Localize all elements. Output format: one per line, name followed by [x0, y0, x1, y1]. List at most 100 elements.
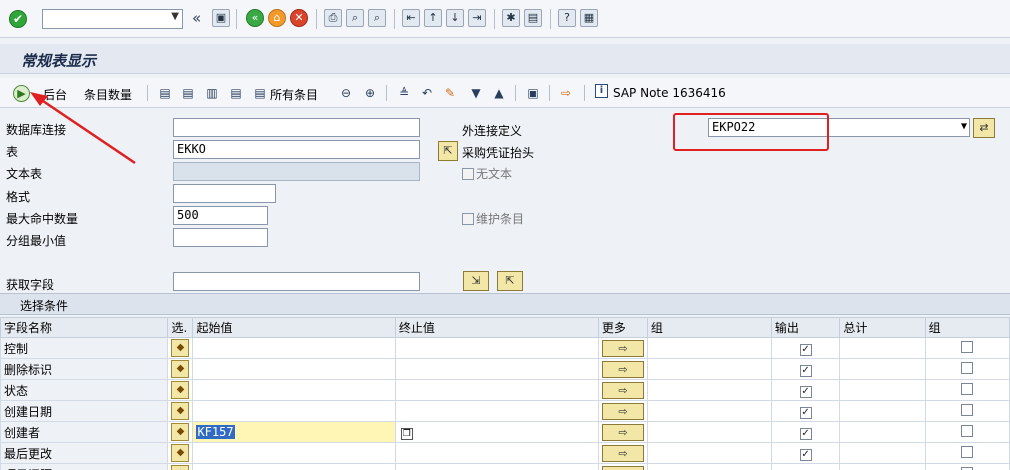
undo-icon[interactable]: ↶: [419, 85, 435, 101]
eraser-icon[interactable]: ✎: [442, 85, 458, 101]
select-block-icon[interactable]: ▤: [180, 85, 196, 101]
delete-selection-icon[interactable]: ▤: [228, 85, 244, 101]
to-value-cell[interactable]: [394, 379, 599, 401]
from-value-cell[interactable]: [192, 358, 396, 380]
col-group[interactable]: 组: [646, 317, 772, 338]
multiple-selection-icon[interactable]: ⇨: [601, 423, 644, 441]
to-value-cell[interactable]: [394, 358, 599, 380]
output-cell[interactable]: ✓: [770, 337, 841, 359]
output-cell[interactable]: ✓: [770, 421, 841, 443]
entry-count-button[interactable]: 条目数量: [84, 86, 132, 103]
more-cell[interactable]: ⇨: [597, 358, 648, 380]
shortcut-icon[interactable]: ▤: [524, 9, 542, 27]
group-checkbox[interactable]: [961, 466, 974, 470]
export-icon[interactable]: ▣: [525, 85, 541, 101]
chevron-down-icon[interactable]: ▼: [171, 11, 179, 22]
back-icon[interactable]: «: [246, 9, 264, 27]
output-checkbox[interactable]: ✓: [799, 385, 812, 398]
select-options-icon[interactable]: ◆: [171, 465, 190, 470]
group-checkbox[interactable]: [961, 403, 974, 416]
col-more[interactable]: 更多: [597, 317, 648, 338]
from-value-cell[interactable]: [192, 400, 396, 422]
arrow-down-icon[interactable]: ▼: [468, 85, 484, 101]
output-checkbox[interactable]: ✓: [799, 448, 812, 461]
multiple-selection-icon[interactable]: ⇨: [601, 465, 644, 470]
total-cell[interactable]: [839, 337, 926, 359]
from-value-cell[interactable]: [192, 337, 396, 359]
group-cell[interactable]: [646, 400, 772, 422]
select-options-icon[interactable]: ◆: [171, 339, 190, 357]
output-cell[interactable]: ✓: [770, 379, 841, 401]
fetch-fields-import-icon[interactable]: ⇲: [463, 271, 489, 291]
more-cell[interactable]: ⇨: [597, 337, 648, 359]
cancel-icon[interactable]: ✕: [290, 9, 308, 27]
to-value-cell[interactable]: [394, 337, 599, 359]
total-cell[interactable]: [839, 379, 926, 401]
ok-icon[interactable]: ✔: [9, 10, 27, 28]
last-page-icon[interactable]: ⇥: [468, 9, 486, 27]
table-field[interactable]: EKKO: [173, 140, 420, 159]
total-cell[interactable]: [839, 358, 926, 380]
output-checkbox[interactable]: ✓: [799, 406, 812, 419]
sap-note-link[interactable]: SAP Note 1636416: [613, 86, 726, 100]
more-cell[interactable]: ⇨: [597, 421, 648, 443]
save-icon[interactable]: ▣: [212, 9, 230, 27]
multiple-selection-icon[interactable]: ⇨: [601, 339, 644, 357]
maintain-entries-checkbox[interactable]: 维护条目: [462, 210, 524, 227]
all-entries-icon[interactable]: ▤: [252, 85, 268, 101]
col-output[interactable]: 输出: [770, 317, 841, 338]
group-checkbox[interactable]: [961, 424, 974, 437]
select-options-cell[interactable]: ◆: [167, 379, 194, 401]
total-cell[interactable]: [839, 442, 926, 464]
group-checkbox[interactable]: [961, 361, 974, 374]
group2-cell[interactable]: [924, 421, 1010, 443]
group-cell[interactable]: [646, 442, 772, 464]
to-value-cell[interactable]: [394, 463, 599, 470]
no-text-checkbox[interactable]: 无文本: [462, 165, 512, 182]
group-checkbox[interactable]: [961, 445, 974, 458]
select-options-icon[interactable]: ◆: [171, 360, 190, 378]
to-value-cell[interactable]: ❐: [394, 421, 599, 443]
from-value[interactable]: KF157: [196, 425, 235, 439]
group2-cell[interactable]: [924, 400, 1010, 422]
more-cell[interactable]: ⇨: [597, 463, 648, 470]
output-checkbox[interactable]: ✓: [799, 427, 812, 440]
select-options-icon[interactable]: ◆: [171, 402, 190, 420]
multiple-selection-icon[interactable]: ⇨: [601, 381, 644, 399]
col-sel[interactable]: 选.: [167, 317, 194, 338]
select-options-icon[interactable]: ◆: [171, 381, 190, 399]
value-help-icon[interactable]: ❐: [400, 427, 413, 440]
from-value-cell[interactable]: [192, 379, 396, 401]
back-nav-icon[interactable]: «: [192, 9, 201, 27]
format-field[interactable]: [173, 184, 276, 203]
col-field-name[interactable]: 字段名称: [0, 317, 169, 338]
fetch-fields-field[interactable]: [173, 272, 420, 291]
output-cell[interactable]: ✓: [770, 400, 841, 422]
deselect-icon[interactable]: ▥: [204, 85, 220, 101]
select-options-icon[interactable]: ◆: [171, 444, 190, 462]
select-all-icon[interactable]: ▤: [157, 85, 173, 101]
arrow-up-icon[interactable]: ▲: [491, 85, 507, 101]
new-session-icon[interactable]: ✱: [502, 9, 520, 27]
select-options-cell[interactable]: ◆: [167, 442, 194, 464]
zoom-in-icon[interactable]: ⊕: [362, 85, 378, 101]
print-icon[interactable]: ⎙: [324, 9, 342, 27]
group2-cell[interactable]: [924, 379, 1010, 401]
output-checkbox[interactable]: ✓: [799, 343, 812, 356]
group2-cell[interactable]: [924, 442, 1010, 464]
group-cell[interactable]: [646, 463, 772, 470]
group-cell[interactable]: [646, 337, 772, 359]
outer-join-define-icon[interactable]: ⇄: [973, 118, 995, 138]
from-value-cell[interactable]: KF157: [192, 421, 396, 443]
first-page-icon[interactable]: ⇤: [402, 9, 420, 27]
total-cell[interactable]: [839, 421, 926, 443]
multiple-selection-icon[interactable]: ⇨: [601, 360, 644, 378]
prev-page-icon[interactable]: ↑: [424, 9, 442, 27]
group-min-field[interactable]: [173, 228, 268, 247]
help-icon[interactable]: ?: [558, 9, 576, 27]
select-options-cell[interactable]: ◆: [167, 400, 194, 422]
more-cell[interactable]: ⇨: [597, 400, 648, 422]
col-from[interactable]: 起始值: [192, 317, 396, 338]
group-checkbox[interactable]: [961, 382, 974, 395]
col-group2[interactable]: 组: [924, 317, 1010, 338]
